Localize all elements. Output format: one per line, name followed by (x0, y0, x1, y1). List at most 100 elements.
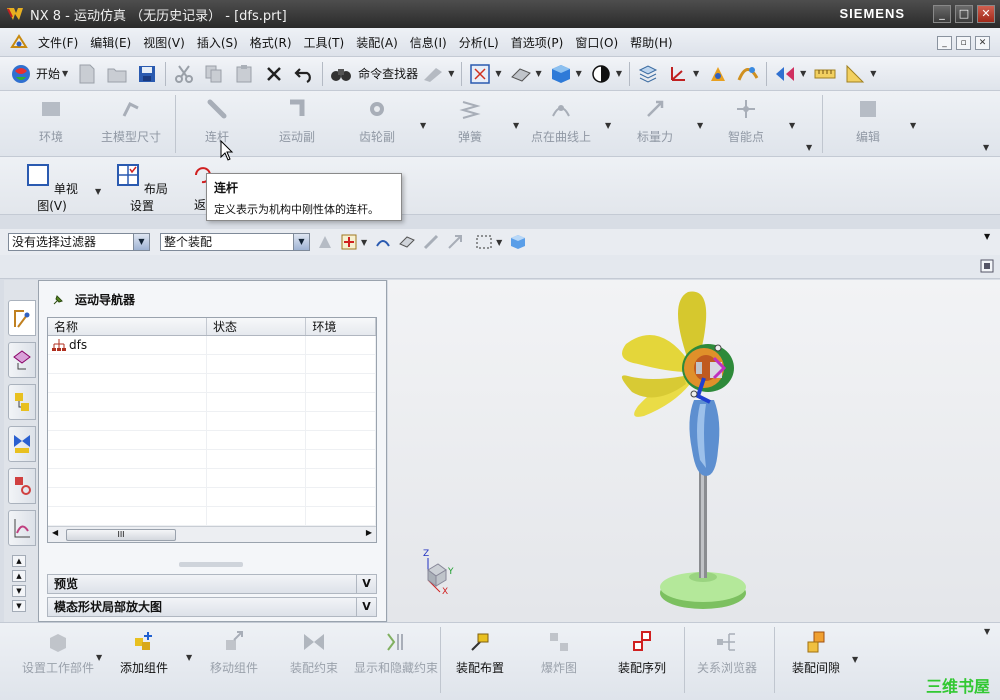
start-dropdown-icon[interactable]: ▼ (62, 69, 68, 78)
curve-analysis-icon[interactable] (737, 63, 759, 85)
scroll-thumb[interactable]: III (66, 529, 176, 541)
maximize-button[interactable]: □ (955, 5, 973, 23)
component-select-icon[interactable] (509, 233, 527, 251)
column-name[interactable]: 名称 (48, 318, 208, 335)
resource-bar-scroll[interactable]: ▲ ▲ ▼ ▼ (12, 555, 28, 619)
scroll-right-icon[interactable]: ▶ (366, 528, 372, 537)
history-tab[interactable] (8, 510, 36, 546)
mdi-minimize-button[interactable]: _ (937, 36, 952, 50)
table-row[interactable]: dfs (48, 336, 376, 355)
add-component-dropdown-icon[interactable]: ▼ (186, 653, 192, 662)
menu-view[interactable]: 视图(V) (137, 34, 191, 51)
single-view-dropdown-icon[interactable]: ▼ (95, 187, 101, 196)
mdi-close-button[interactable]: ✕ (975, 36, 990, 50)
filter-dropdown-icon[interactable]: ▼ (133, 234, 149, 250)
minimize-button[interactable]: _ (933, 5, 951, 23)
part-navigator-tab[interactable] (8, 426, 36, 462)
scroll-down-end-icon[interactable]: ▼ (12, 600, 26, 612)
reuse-library-tab[interactable] (8, 468, 36, 504)
ribbon-overflow-right-icon[interactable]: ▼ (983, 143, 989, 152)
selbar-overflow-icon[interactable]: ▼ (984, 232, 990, 241)
clearance-dropdown-icon[interactable]: ▼ (852, 655, 858, 664)
layout-settings-button[interactable]: 布局设置 (114, 163, 170, 214)
menu-assemblies[interactable]: 装配(A) (350, 34, 404, 51)
link-button[interactable]: 连杆 (195, 96, 239, 145)
point-curve-dropdown-icon[interactable]: ▼ (605, 121, 611, 130)
open-folder-icon[interactable] (106, 63, 128, 85)
constraint-navigator-tab[interactable] (8, 384, 36, 420)
selection-scope-combo[interactable]: 整个装配 ▼ (160, 233, 310, 251)
cut-icon[interactable] (173, 63, 195, 85)
smart-point-button[interactable]: 智能点 (722, 96, 770, 145)
single-view-button[interactable]: 单视图(V) (22, 163, 82, 214)
scroll-up-step-icon[interactable]: ▲ (12, 570, 26, 582)
graphics-window[interactable]: Z Y X (388, 280, 1000, 622)
pin-icon[interactable] (51, 293, 65, 307)
scalar-force-button[interactable]: 标量力 (630, 96, 680, 145)
menu-help[interactable]: 帮助(H) (624, 34, 678, 51)
add-component-button[interactable]: 添加组件 (114, 629, 174, 676)
measure-angle-icon[interactable] (844, 63, 866, 85)
copy-icon[interactable] (203, 63, 225, 85)
clip-icon[interactable] (422, 63, 444, 85)
motion-navigator-tab[interactable] (8, 300, 36, 336)
measure-dropdown-icon[interactable]: ▼ (870, 69, 876, 78)
assembly-constraints-button[interactable]: 装配约束 (284, 629, 344, 676)
edit-dropdown-icon[interactable]: ▼ (910, 121, 916, 130)
fan-model[interactable]: Z Y X (388, 280, 1000, 622)
bottom-overflow-icon[interactable]: ▼ (984, 627, 990, 636)
clip-dropdown-icon[interactable]: ▼ (448, 69, 454, 78)
layer-icon[interactable] (637, 63, 659, 85)
menu-nx-icon[interactable] (10, 33, 28, 51)
preview-section[interactable]: 预览 V (47, 574, 377, 594)
show-hide-constraints-button[interactable]: 显示和隐藏约束 (354, 629, 438, 676)
fit-dropdown-icon[interactable]: ▼ (495, 69, 501, 78)
environment-button[interactable]: 环境 (26, 96, 76, 145)
arrangements-button[interactable]: 装配布置 (452, 629, 508, 676)
menu-insert[interactable]: 插入(S) (191, 34, 244, 51)
feature-select-icon[interactable] (446, 233, 464, 251)
body-select-icon[interactable] (422, 233, 440, 251)
smart-point-dropdown-icon[interactable]: ▼ (789, 121, 795, 130)
menu-tools[interactable]: 工具(T) (298, 34, 351, 51)
fit-view-icon[interactable] (469, 63, 491, 85)
chevron-down-icon[interactable]: V (356, 575, 376, 593)
start-icon[interactable] (10, 63, 32, 85)
menu-window[interactable]: 窗口(O) (569, 34, 624, 51)
snap-point-icon[interactable] (774, 63, 796, 85)
mode-shape-zoom-section[interactable]: 模态形状局部放大图 V (47, 597, 377, 617)
background-dropdown-icon[interactable]: ▼ (616, 69, 622, 78)
render-dropdown-icon[interactable]: ▼ (536, 69, 542, 78)
panel-splitter[interactable] (179, 562, 243, 567)
menu-file[interactable]: 文件(F) (32, 34, 84, 51)
spring-button[interactable]: 弹簧 (450, 96, 490, 145)
new-file-icon[interactable] (76, 63, 98, 85)
face-select-icon[interactable] (398, 233, 416, 251)
edit-button[interactable]: 编辑 (846, 96, 890, 145)
wcs-icon[interactable] (667, 63, 689, 85)
view-cube-icon[interactable] (550, 63, 572, 85)
gear-pair-button[interactable]: 齿轮副 (352, 96, 402, 145)
menu-preferences[interactable]: 首选项(P) (505, 34, 570, 51)
full-screen-icon[interactable] (980, 259, 994, 273)
menu-edit[interactable]: 编辑(E) (84, 34, 137, 51)
set-work-part-button[interactable]: 设置工作部件 (10, 629, 106, 676)
close-button[interactable]: ✕ (977, 5, 995, 23)
work-part-dropdown-icon[interactable]: ▼ (96, 653, 102, 662)
menu-format[interactable]: 格式(R) (244, 34, 298, 51)
snap-dropdown-icon[interactable]: ▼ (800, 69, 806, 78)
measure-distance-icon[interactable] (814, 63, 836, 85)
rectangle-dropdown-icon[interactable]: ▼ (496, 238, 502, 247)
move-component-button[interactable]: 移动组件 (204, 629, 264, 676)
relations-browser-button[interactable]: 关系浏览器 (694, 629, 760, 676)
joint-button[interactable]: 运动副 (272, 96, 322, 145)
background-icon[interactable] (590, 63, 612, 85)
force-dropdown-icon[interactable]: ▼ (697, 121, 703, 130)
assembly-clearance-button[interactable]: 装配间隙 (786, 629, 846, 676)
horizontal-scrollbar[interactable]: ◀ III ▶ (48, 526, 376, 542)
start-button[interactable]: 开始 (36, 65, 60, 82)
gear-dropdown-icon[interactable]: ▼ (420, 121, 426, 130)
delete-icon[interactable] (263, 63, 285, 85)
assembly-navigator-tab[interactable] (8, 342, 36, 378)
undo-icon[interactable] (293, 63, 315, 85)
